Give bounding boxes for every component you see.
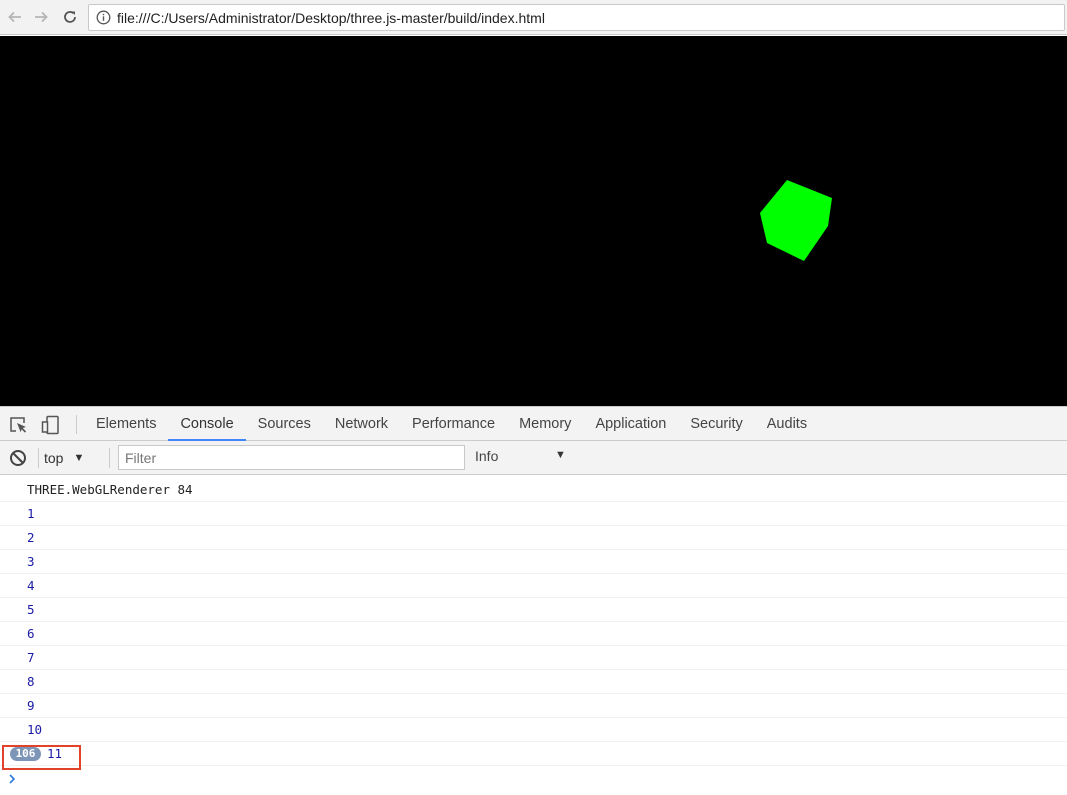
message-text: 6 <box>27 626 35 641</box>
console-message[interactable]: 5 <box>0 598 1067 622</box>
filter-input[interactable] <box>118 445 465 470</box>
arrow-left-icon[interactable] <box>4 6 26 28</box>
device-toolbar-icon[interactable] <box>41 415 61 435</box>
console-message[interactable]: 8 <box>0 670 1067 694</box>
toolbar-separator <box>38 448 39 468</box>
tab-sources[interactable]: Sources <box>246 407 323 441</box>
clear-console-icon[interactable] <box>9 449 27 467</box>
highlight-annotation <box>2 745 81 770</box>
log-level-value: Info <box>475 448 499 464</box>
message-text: 3 <box>27 554 35 569</box>
chevron-down-icon: ▼ <box>73 452 85 464</box>
devtools-tab-bar: Elements Console Sources Network Perform… <box>0 406 1067 441</box>
chevron-down-icon: ▼ <box>555 449 566 461</box>
info-icon[interactable] <box>96 10 111 25</box>
message-text: 10 <box>27 722 43 737</box>
tab-application[interactable]: Application <box>583 407 678 441</box>
tab-security[interactable]: Security <box>678 407 754 441</box>
address-bar[interactable]: file:///C:/Users/Administrator/Desktop/t… <box>88 4 1065 31</box>
console-message[interactable]: 7 <box>0 646 1067 670</box>
console-prompt-icon[interactable] <box>7 772 19 786</box>
green-cube <box>760 180 832 261</box>
inspect-element-icon[interactable] <box>8 415 28 435</box>
message-text: THREE.WebGLRenderer 84 <box>27 482 193 497</box>
webgl-canvas[interactable] <box>0 36 1067 406</box>
message-text: 7 <box>27 650 35 665</box>
message-text: 4 <box>27 578 35 593</box>
console-message[interactable]: THREE.WebGLRenderer 84 <box>0 475 1067 502</box>
tab-memory[interactable]: Memory <box>507 407 583 441</box>
message-text: 5 <box>27 602 35 617</box>
console-message-repeated[interactable]: 106 11 <box>0 742 1067 766</box>
console-message[interactable]: 6 <box>0 622 1067 646</box>
tab-network[interactable]: Network <box>323 407 400 441</box>
message-text: 9 <box>27 698 35 713</box>
reload-icon[interactable] <box>59 6 81 28</box>
toolbar-separator <box>109 448 110 468</box>
message-text: 1 <box>27 506 35 521</box>
message-text: 8 <box>27 674 35 689</box>
tab-audits[interactable]: Audits <box>755 407 819 441</box>
message-text: 2 <box>27 530 35 545</box>
url-text[interactable]: file:///C:/Users/Administrator/Desktop/t… <box>117 10 545 26</box>
console-toolbar: top ▼ Info ▼ <box>0 441 1067 475</box>
devtools-tabs: Elements Console Sources Network Perform… <box>84 407 819 441</box>
console-message[interactable]: 3 <box>0 550 1067 574</box>
console-message[interactable]: 2 <box>0 526 1067 550</box>
context-value: top <box>44 450 64 466</box>
console-messages: THREE.WebGLRenderer 84 1 2 3 4 5 6 7 8 9… <box>0 475 1067 795</box>
tab-elements[interactable]: Elements <box>84 407 168 441</box>
context-select[interactable]: top ▼ <box>44 448 84 468</box>
arrow-right-icon[interactable] <box>30 6 52 28</box>
browser-toolbar: file:///C:/Users/Administrator/Desktop/t… <box>0 0 1067 35</box>
console-message[interactable]: 4 <box>0 574 1067 598</box>
log-level-select[interactable]: Info ▼ <box>475 448 570 468</box>
console-message[interactable]: 1 <box>0 502 1067 526</box>
console-message[interactable]: 9 <box>0 694 1067 718</box>
tab-console[interactable]: Console <box>168 407 246 441</box>
console-message[interactable]: 10 <box>0 718 1067 742</box>
tab-performance[interactable]: Performance <box>400 407 507 441</box>
tab-separator <box>76 415 77 434</box>
